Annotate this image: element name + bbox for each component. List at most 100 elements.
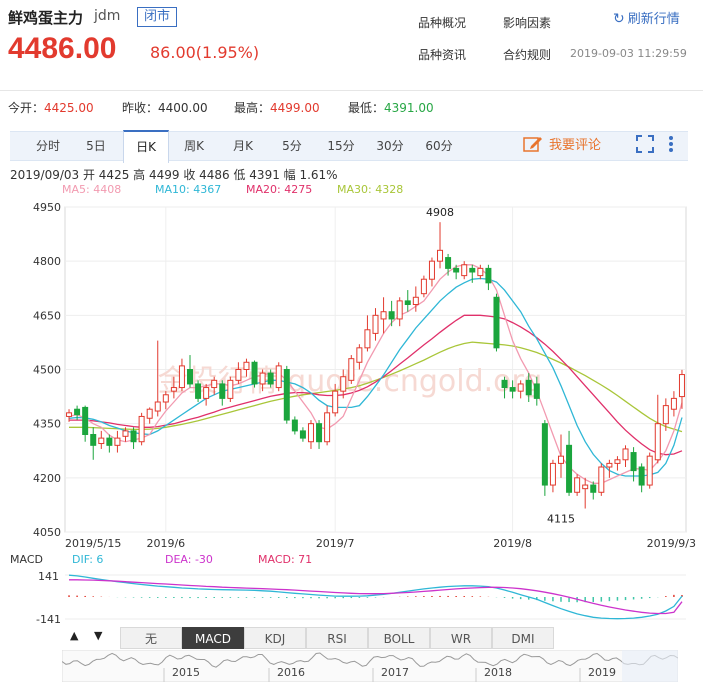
timeline-navigator[interactable]: 2015 2016 2017 2018 2019 <box>62 650 678 682</box>
candle-up <box>461 264 468 277</box>
navigator-year-label: 2016 <box>277 666 305 679</box>
indicator-rsi-button[interactable]: RSI <box>306 627 368 649</box>
scroll-down-arrow[interactable]: ▼ <box>94 629 102 642</box>
stat-prev-close: 昨收：4400.00 <box>122 99 208 116</box>
candle-up <box>646 455 653 486</box>
candle-up <box>340 376 347 392</box>
candle-down <box>388 311 395 320</box>
candle-up <box>243 361 250 370</box>
indicator-none-button[interactable]: 无 <box>120 627 182 649</box>
candle-down <box>219 383 226 399</box>
candle-up <box>348 358 355 381</box>
kline-chart[interactable]: 金投行情 quote.cngold.org 495048004650450043… <box>0 196 703 556</box>
macd-dif-label: DIF: 6 <box>72 553 103 566</box>
navigator-year-label: 2017 <box>381 666 409 679</box>
tab-intraday[interactable]: 分时 <box>26 132 70 160</box>
macd-top-tick: 141 <box>38 570 59 583</box>
date-tick-label: 2019/5/15 <box>65 537 121 550</box>
extreme-price-label: 4908 <box>426 206 454 219</box>
macd-bottom-tick: -141 <box>36 613 61 626</box>
price-tick-label: 4200 <box>33 472 61 485</box>
candle-up <box>66 412 73 417</box>
candle-down <box>82 406 89 436</box>
candle-up <box>678 374 685 398</box>
price-axis: 4950 4800 4650 4500 4350 4200 4050 <box>33 201 61 539</box>
comment-button[interactable]: 我要评论 <box>523 134 601 153</box>
link-contract-rules[interactable]: 合约规则 <box>503 46 551 63</box>
navigator-window[interactable] <box>622 650 678 682</box>
divider <box>0 90 703 91</box>
candle-up <box>138 415 145 443</box>
tab-monthly-k[interactable]: 月K <box>221 132 265 160</box>
link-variety-news[interactable]: 品种资讯 <box>418 46 466 63</box>
stat-open-value: 4425.00 <box>44 101 94 115</box>
tab-30min[interactable]: 30分 <box>368 132 412 160</box>
indicator-kdj-button[interactable]: KDJ <box>244 627 306 649</box>
stat-prev-close-label: 昨收： <box>122 101 159 115</box>
navigator-year-label: 2015 <box>172 666 200 679</box>
indicator-macd-button[interactable]: MACD <box>182 627 244 649</box>
tab-60min[interactable]: 60分 <box>417 132 461 160</box>
tab-daily-k[interactable]: 日K <box>123 130 169 163</box>
tab-5day[interactable]: 5日 <box>74 132 118 160</box>
candle-up <box>396 300 403 320</box>
link-influence-factors[interactable]: 影响因素 <box>503 14 551 31</box>
candle-down <box>638 466 645 486</box>
stat-low: 最低：4391.00 <box>348 99 434 116</box>
scroll-up-arrow[interactable]: ▲ <box>70 629 78 642</box>
refresh-button[interactable]: ↻ 刷新行情 <box>613 8 680 27</box>
link-variety-overview[interactable]: 品种概况 <box>418 14 466 31</box>
instrument-name: 鲜鸡蛋主力 <box>8 9 84 27</box>
extreme-price-label: 4115 <box>547 513 575 526</box>
macd-lines <box>68 574 683 620</box>
ma5-label: MA5: 4408 <box>62 183 122 196</box>
more-options-icon[interactable] <box>668 135 674 157</box>
candle-up <box>557 455 564 464</box>
candle-up <box>259 372 266 385</box>
candle-up <box>517 383 524 392</box>
candle-down <box>445 257 452 269</box>
candle-down <box>525 379 532 396</box>
candle-up <box>170 387 177 392</box>
candle-up <box>307 423 314 443</box>
indicator-wr-button[interactable]: WR <box>430 627 492 649</box>
price-tick-label: 4650 <box>33 309 61 322</box>
candle-down <box>630 452 637 472</box>
stat-high: 最高：4499.00 <box>234 99 320 116</box>
candle-down <box>404 300 411 305</box>
price-tick-label: 4500 <box>33 364 61 377</box>
candle-up <box>662 405 669 425</box>
candle-up <box>428 260 435 280</box>
candle-down <box>291 419 298 432</box>
candle-up <box>477 267 484 277</box>
candle-up <box>275 365 282 389</box>
macd-dif-line <box>68 574 683 620</box>
stat-high-label: 最高： <box>234 101 271 115</box>
candle-down <box>493 296 500 349</box>
indicator-dmi-button[interactable]: DMI <box>492 627 554 649</box>
candle-info-line: 2019/09/03 开 4425 高 4499 收 4486 低 4391 幅… <box>10 168 338 182</box>
tab-weekly-k[interactable]: 周K <box>172 132 216 160</box>
candle-down <box>533 383 540 399</box>
candle-up <box>356 347 363 363</box>
price-tick-label: 4950 <box>33 201 61 214</box>
price-tick-label: 4350 <box>33 418 61 431</box>
candle-down <box>251 361 258 385</box>
macd-chart[interactable]: MACD DIF: 6 DEA: -30 MACD: 71 141 -141 <box>0 551 703 627</box>
candle-up <box>211 379 218 389</box>
candle-down <box>267 372 274 385</box>
timestamp: 2019-09-03 11:29:59 <box>570 47 687 60</box>
candle-up <box>203 387 210 399</box>
candle-down <box>195 383 202 399</box>
price-change: 86.00(1.95%) <box>150 43 260 62</box>
tab-15min[interactable]: 15分 <box>319 132 363 160</box>
fullscreen-icon[interactable] <box>636 135 654 157</box>
candle-up <box>420 278 427 295</box>
candle-down <box>130 430 137 443</box>
candle-up <box>598 466 605 493</box>
candle-up <box>235 369 242 381</box>
date-tick-label: 2019/7 <box>316 537 355 550</box>
stat-open: 今开：4425.00 <box>8 99 94 116</box>
tab-5min[interactable]: 5分 <box>270 132 314 160</box>
indicator-boll-button[interactable]: BOLL <box>368 627 430 649</box>
